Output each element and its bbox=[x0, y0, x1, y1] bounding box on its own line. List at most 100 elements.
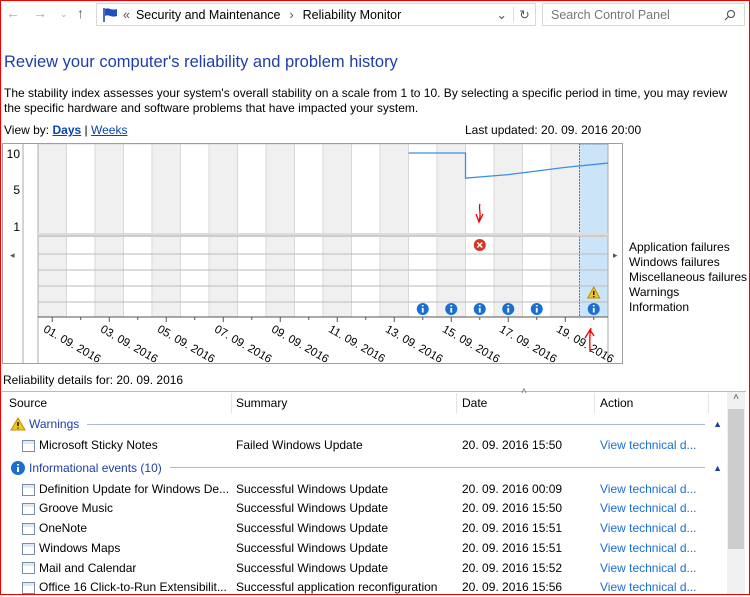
view-technical-details-link[interactable]: View technical d... bbox=[600, 498, 697, 518]
app-icon bbox=[22, 522, 35, 535]
y-tick-label: 1 bbox=[13, 220, 20, 234]
table-row[interactable]: OneNote Successful Windows Update 20. 09… bbox=[2, 518, 725, 538]
day-column[interactable] bbox=[151, 144, 181, 318]
group-header[interactable]: Informational events (10) ▲ bbox=[10, 458, 722, 478]
column-date[interactable]: Date bbox=[462, 392, 487, 414]
stability-chart-svg[interactable]: 10 5 1 01. 09. 201603. 09. 201605. 09. 2016… bbox=[3, 144, 622, 363]
collapse-icon[interactable]: ▲ bbox=[713, 458, 722, 478]
table-row[interactable]: Windows Maps Successful Windows Update 2… bbox=[2, 538, 725, 558]
table-row[interactable]: Mail and Calendar Successful Windows Upd… bbox=[2, 558, 725, 578]
stability-chart[interactable]: 10 5 1 01. 09. 2016 03. 09. 2016 05. 09. 2016… bbox=[2, 143, 623, 364]
day-column[interactable] bbox=[436, 144, 466, 318]
page-description: The stability index assesses your system… bbox=[4, 86, 728, 115]
view-technical-details-link[interactable]: View technical d... bbox=[600, 518, 697, 538]
vertical-scrollbar[interactable]: ˄ bbox=[727, 392, 745, 595]
back-button[interactable]: ← bbox=[6, 5, 20, 21]
refresh-icon[interactable]: ↻ bbox=[513, 7, 535, 22]
x-tick-label: 15. 09. 2016 bbox=[440, 323, 501, 363]
day-column[interactable] bbox=[550, 144, 580, 318]
row-date: 20. 09. 2016 00:09 bbox=[462, 481, 563, 496]
group-title: Informational events (10) bbox=[29, 460, 162, 475]
search-icon[interactable] bbox=[724, 9, 736, 21]
group-header[interactable]: Warnings ▲ bbox=[10, 414, 722, 434]
table-row[interactable]: Microsoft Sticky Notes Failed Windows Up… bbox=[2, 435, 725, 455]
collapse-icon[interactable]: ▲ bbox=[713, 414, 722, 434]
view-technical-details-link[interactable]: View technical d... bbox=[600, 479, 697, 499]
row-summary: Successful Windows Update bbox=[236, 540, 389, 555]
column-action[interactable]: Action bbox=[600, 392, 633, 414]
breadcrumb-overflow[interactable]: « bbox=[123, 8, 130, 22]
row-summary: Successful Windows Update bbox=[236, 501, 389, 516]
view-technical-details-link[interactable]: View technical d... bbox=[600, 538, 697, 558]
view-technical-details-link[interactable]: View technical d... bbox=[600, 558, 697, 578]
breadcrumb-reliability-monitor[interactable]: Reliability Monitor bbox=[303, 8, 402, 22]
day-column[interactable] bbox=[322, 144, 352, 318]
day-column[interactable] bbox=[379, 144, 409, 318]
row-summary: Successful application reconfiguration bbox=[236, 580, 438, 595]
forward-button[interactable]: → bbox=[33, 5, 47, 21]
day-column[interactable] bbox=[265, 144, 295, 318]
day-column[interactable] bbox=[465, 144, 495, 318]
column-source[interactable]: Source bbox=[9, 392, 47, 414]
day-column[interactable] bbox=[180, 144, 210, 318]
group-divider bbox=[87, 423, 706, 425]
row-date: 20. 09. 2016 15:51 bbox=[462, 521, 563, 536]
group-title: Warnings bbox=[29, 417, 80, 431]
scroll-left-icon[interactable]: ◂ bbox=[10, 250, 15, 260]
view-technical-details-link[interactable]: View technical d... bbox=[600, 435, 697, 455]
view-weeks-link[interactable]: Weeks bbox=[91, 123, 127, 137]
column-summary[interactable]: Summary bbox=[236, 392, 287, 414]
row-summary: Failed Windows Update bbox=[236, 438, 363, 452]
legend-warnings: Warnings bbox=[629, 285, 680, 299]
x-tick-label: 01. 09. 2016 bbox=[41, 323, 102, 363]
scroll-up-icon[interactable]: ˄ bbox=[727, 392, 745, 409]
scrollbar-thumb[interactable] bbox=[728, 409, 744, 549]
address-dropdown-icon[interactable]: ⌄ bbox=[497, 7, 513, 22]
day-column[interactable] bbox=[237, 144, 267, 318]
row-source: Definition Update for Windows De... bbox=[39, 481, 230, 496]
column-divider bbox=[231, 393, 232, 413]
search-input[interactable]: Search Control Panel bbox=[542, 3, 745, 26]
sort-ascending-icon: ˄ bbox=[521, 386, 527, 397]
legend-windows-failures: Windows failures bbox=[629, 255, 720, 269]
day-column[interactable] bbox=[66, 144, 96, 318]
row-source: OneNote bbox=[39, 521, 88, 536]
view-by: View by: Days | Weeks bbox=[4, 123, 127, 137]
breadcrumb-security-and-maintenance[interactable]: Security and Maintenance bbox=[136, 8, 281, 22]
x-tick-label: 05. 09. 2016 bbox=[155, 323, 216, 363]
day-column[interactable] bbox=[493, 144, 523, 318]
app-icon bbox=[22, 503, 35, 516]
row-source: Mail and Calendar bbox=[39, 560, 137, 575]
column-divider bbox=[456, 393, 457, 413]
table-row[interactable]: Office 16 Click-to-Run Extensibilit... S… bbox=[2, 577, 725, 597]
view-separator: | bbox=[84, 123, 88, 137]
table-row[interactable]: Definition Update for Windows De... Succ… bbox=[2, 479, 725, 499]
page-title: Review your computer's reliability and p… bbox=[4, 53, 398, 71]
warning-icon bbox=[10, 417, 26, 431]
scroll-right-icon[interactable]: ▸ bbox=[613, 250, 618, 260]
day-column[interactable] bbox=[94, 144, 124, 318]
last-updated: Last updated: 20. 09. 2016 20:00 bbox=[465, 123, 642, 137]
day-column[interactable] bbox=[294, 144, 324, 318]
view-technical-details-link[interactable]: View technical d... bbox=[600, 577, 697, 597]
x-tick-label: 03. 09. 2016 bbox=[98, 323, 159, 363]
details-label: Reliability details for: 20. 09. 2016 bbox=[3, 373, 184, 387]
column-divider bbox=[708, 393, 709, 413]
recent-dropdown-icon[interactable]: ⌄ bbox=[60, 9, 68, 20]
app-icon bbox=[22, 562, 35, 575]
address-bar[interactable]: « Security and Maintenance › Reliability… bbox=[96, 3, 536, 26]
flag-icon bbox=[103, 7, 117, 22]
day-column[interactable] bbox=[37, 144, 67, 318]
day-column[interactable] bbox=[408, 144, 438, 318]
table-row[interactable]: Groove Music Successful Windows Update 2… bbox=[2, 498, 725, 518]
day-column[interactable] bbox=[351, 144, 381, 318]
day-column[interactable] bbox=[208, 144, 238, 318]
view-days-link[interactable]: Days bbox=[52, 123, 81, 137]
row-date: 20. 09. 2016 15:51 bbox=[462, 540, 563, 555]
day-column[interactable] bbox=[123, 144, 153, 318]
x-tick-label: 09. 09. 2016 bbox=[269, 323, 330, 363]
row-summary: Successful Windows Update bbox=[236, 521, 389, 536]
up-button[interactable]: ↑ bbox=[77, 5, 84, 21]
information-icon bbox=[11, 460, 25, 475]
y-tick-label: 5 bbox=[13, 183, 20, 197]
